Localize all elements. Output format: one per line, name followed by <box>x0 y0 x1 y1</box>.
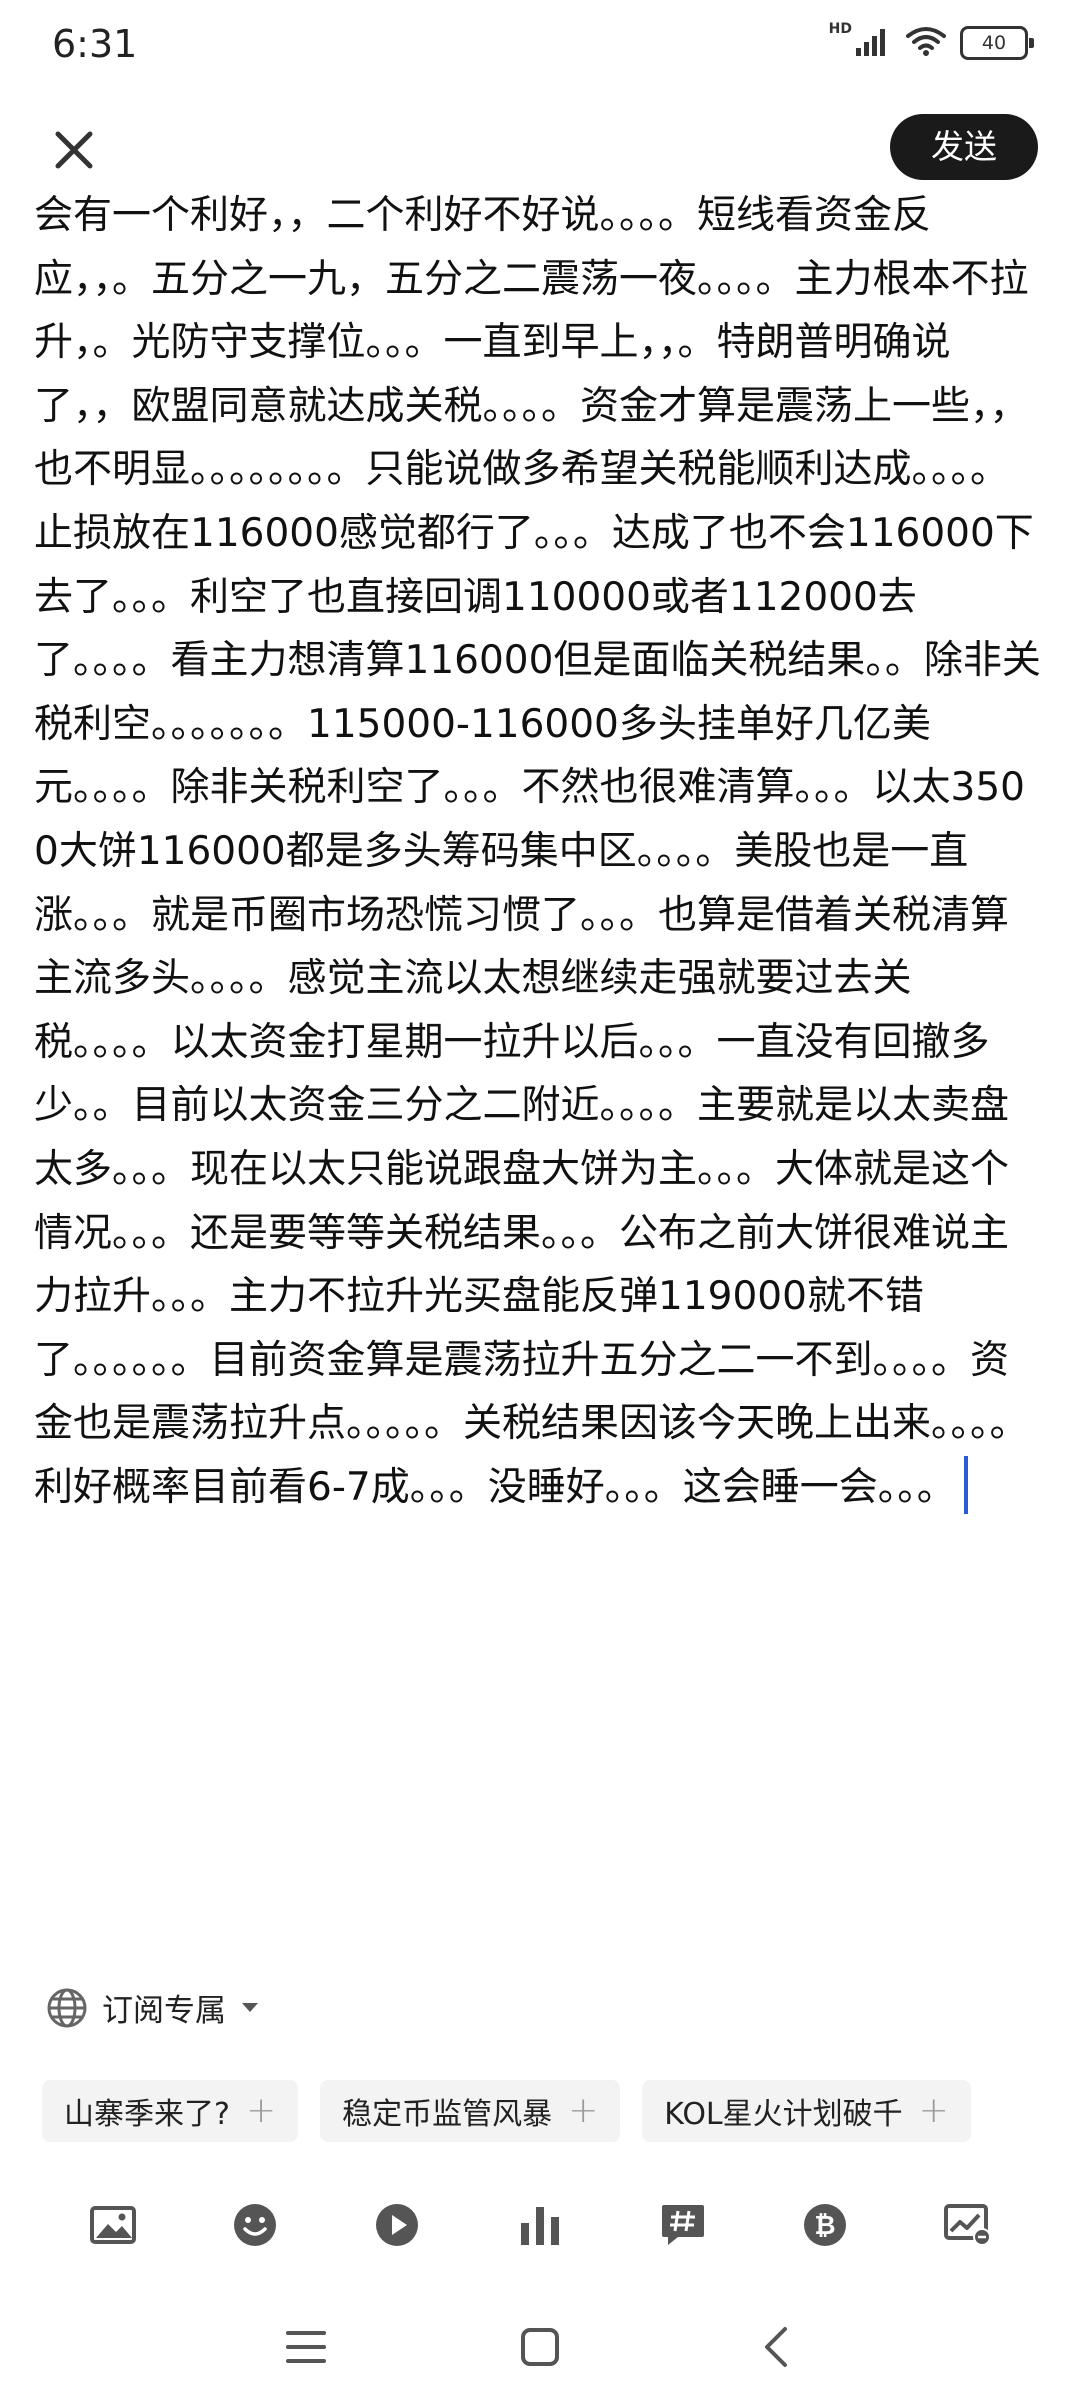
globe-icon <box>47 1988 87 2027</box>
image-button[interactable] <box>78 2190 148 2260</box>
emoji-button[interactable] <box>220 2190 290 2260</box>
bitcoin-icon: ₿ <box>804 2204 846 2246</box>
system-nav-bar <box>0 2300 1080 2400</box>
hashtag-icon <box>662 2205 704 2245</box>
menu-icon <box>286 2331 326 2363</box>
hashtag-button[interactable] <box>648 2190 718 2260</box>
chart-icon <box>944 2204 991 2246</box>
topic-suggestions: 山寨季来了? + 稳定币监管风暴 + KOL星火计划破千 + <box>42 2080 971 2142</box>
status-icons: HD 40 <box>829 21 1034 60</box>
back-chevron-icon <box>765 2327 787 2367</box>
post-text[interactable]: 会有一个利好，，二个利好不好说。。。。短线看资金反应，，。五分之一九，五分之二震… <box>34 184 1046 1519</box>
topic-label: 山寨季来了? <box>64 2097 230 2132</box>
video-button[interactable] <box>362 2190 432 2260</box>
home-button[interactable] <box>500 2312 580 2382</box>
battery-indicator: 40 <box>960 26 1034 60</box>
topic-chip[interactable]: KOL星火计划破千 + <box>642 2080 971 2142</box>
recent-apps-button[interactable] <box>266 2312 346 2382</box>
topic-label: 稳定币监管风暴 <box>342 2097 553 2132</box>
image-icon <box>90 2206 136 2244</box>
caret-down-icon <box>242 2002 258 2012</box>
add-icon: + <box>918 2090 949 2131</box>
post-editor[interactable]: 会有一个利好，，二个利好不好说。。。。短线看资金反应，，。五分之一九，五分之二震… <box>34 184 1046 1884</box>
poll-icon <box>521 2207 559 2245</box>
status-bar: 6:31 HD 40 <box>0 0 1080 92</box>
close-button[interactable] <box>44 120 104 180</box>
text-caret <box>963 1455 968 1514</box>
post-content: 会有一个利好，，二个利好不好说。。。。短线看资金反应，，。五分之一九，五分之二震… <box>34 193 1041 1510</box>
wifi-icon <box>906 26 946 60</box>
signal-icon <box>856 26 892 60</box>
add-icon: + <box>568 2090 599 2131</box>
topic-chip[interactable]: 稳定币监管风暴 + <box>320 2080 621 2142</box>
chart-button[interactable] <box>933 2190 1003 2260</box>
topic-chip[interactable]: 山寨季来了? + <box>42 2080 299 2142</box>
back-button[interactable] <box>736 2312 816 2382</box>
bitcoin-button[interactable]: ₿ <box>790 2190 860 2260</box>
visibility-label: 订阅专属 <box>102 1993 226 2029</box>
emoji-icon <box>234 2204 276 2246</box>
topic-label: KOL星火计划破千 <box>664 2097 903 2132</box>
video-icon <box>376 2204 418 2246</box>
svg-text:₿: ₿ <box>814 2211 835 2241</box>
status-time: 6:31 <box>52 22 138 66</box>
composer-toolbar: ₿ <box>0 2190 1080 2260</box>
home-square-icon <box>521 2328 559 2366</box>
hd-label: HD <box>828 21 852 37</box>
send-button[interactable]: 发送 <box>890 114 1038 180</box>
add-icon: + <box>245 2090 277 2131</box>
poll-button[interactable] <box>505 2190 575 2260</box>
close-icon <box>55 131 93 169</box>
visibility-selector[interactable]: 订阅专属 <box>46 1985 260 2030</box>
